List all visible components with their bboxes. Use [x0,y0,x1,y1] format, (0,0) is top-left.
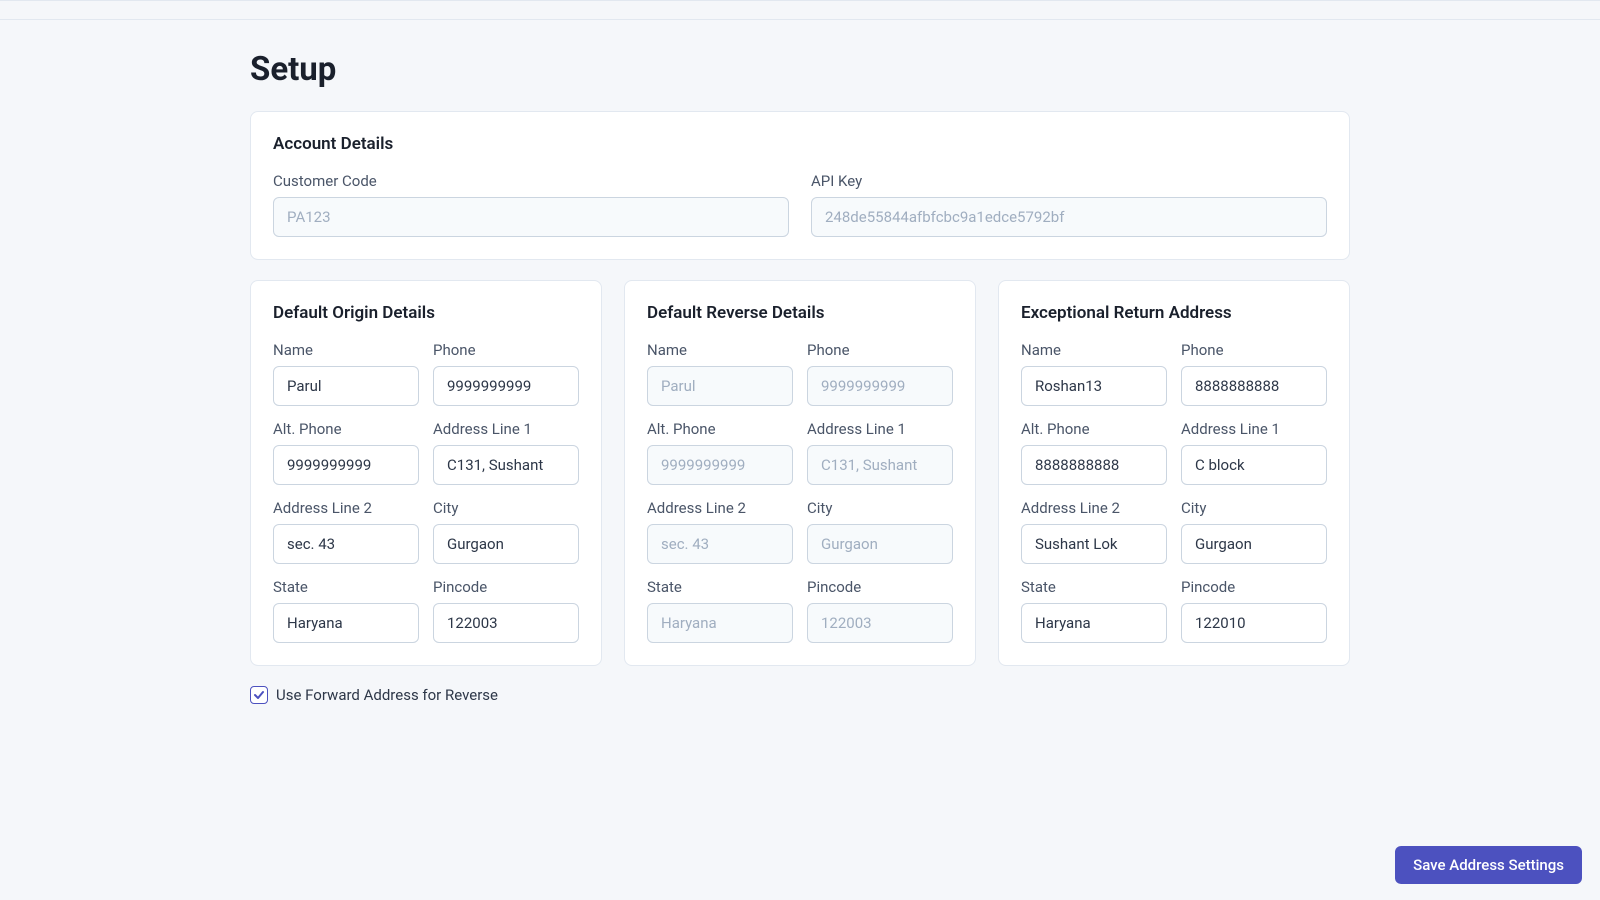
reverse-state-input [647,603,793,643]
origin-addr2-label: Address Line 2 [273,499,419,517]
exceptional-pincode-label: Pincode [1181,578,1327,596]
origin-details-card: Default Origin Details Name Phone Alt. P… [250,280,602,666]
origin-phone-input[interactable] [433,366,579,406]
origin-pincode-input[interactable] [433,603,579,643]
origin-name-input[interactable] [273,366,419,406]
api-key-input [811,197,1327,237]
reverse-pincode-input [807,603,953,643]
origin-phone-label: Phone [433,341,579,359]
exceptional-return-card: Exceptional Return Address Name Phone Al… [998,280,1350,666]
exceptional-city-label: City [1181,499,1327,517]
customer-code-input [273,197,789,237]
exceptional-phone-input[interactable] [1181,366,1327,406]
origin-addr1-input[interactable] [433,445,579,485]
reverse-details-card: Default Reverse Details Name Phone Alt. … [624,280,976,666]
origin-addr2-input[interactable] [273,524,419,564]
account-details-title: Account Details [273,134,1327,154]
reverse-phone-label: Phone [807,341,953,359]
save-address-settings-button[interactable]: Save Address Settings [1395,846,1582,884]
origin-altphone-label: Alt. Phone [273,420,419,438]
exceptional-return-title: Exceptional Return Address [1021,303,1327,323]
origin-addr1-label: Address Line 1 [433,420,579,438]
check-icon [253,689,265,701]
reverse-altphone-label: Alt. Phone [647,420,793,438]
customer-code-label: Customer Code [273,172,789,190]
origin-name-label: Name [273,341,419,359]
forward-address-checkbox[interactable] [250,686,268,704]
forward-address-checkbox-label[interactable]: Use Forward Address for Reverse [276,686,498,704]
main-container: Setup Account Details Customer Code API … [0,0,1600,724]
reverse-pincode-label: Pincode [807,578,953,596]
exceptional-city-input[interactable] [1181,524,1327,564]
reverse-city-label: City [807,499,953,517]
reverse-altphone-input [647,445,793,485]
origin-city-label: City [433,499,579,517]
exceptional-phone-label: Phone [1181,341,1327,359]
exceptional-addr1-input[interactable] [1181,445,1327,485]
account-details-card: Account Details Customer Code API Key [250,111,1350,260]
api-key-label: API Key [811,172,1327,190]
exceptional-altphone-label: Alt. Phone [1021,420,1167,438]
forward-address-checkbox-row: Use Forward Address for Reverse [250,686,1350,704]
reverse-addr1-input [807,445,953,485]
reverse-addr2-label: Address Line 2 [647,499,793,517]
reverse-city-input [807,524,953,564]
exceptional-addr2-label: Address Line 2 [1021,499,1167,517]
origin-state-label: State [273,578,419,596]
reverse-addr1-label: Address Line 1 [807,420,953,438]
exceptional-addr1-label: Address Line 1 [1181,420,1327,438]
origin-state-input[interactable] [273,603,419,643]
exceptional-name-input[interactable] [1021,366,1167,406]
exceptional-pincode-input[interactable] [1181,603,1327,643]
reverse-addr2-input [647,524,793,564]
exceptional-state-label: State [1021,578,1167,596]
origin-pincode-label: Pincode [433,578,579,596]
exceptional-state-input[interactable] [1021,603,1167,643]
reverse-name-label: Name [647,341,793,359]
exceptional-altphone-input[interactable] [1021,445,1167,485]
origin-details-title: Default Origin Details [273,303,579,323]
origin-altphone-input[interactable] [273,445,419,485]
reverse-phone-input [807,366,953,406]
reverse-state-label: State [647,578,793,596]
origin-city-input[interactable] [433,524,579,564]
page-title: Setup [250,50,1350,89]
exceptional-name-label: Name [1021,341,1167,359]
reverse-name-input [647,366,793,406]
reverse-details-title: Default Reverse Details [647,303,953,323]
exceptional-addr2-input[interactable] [1021,524,1167,564]
